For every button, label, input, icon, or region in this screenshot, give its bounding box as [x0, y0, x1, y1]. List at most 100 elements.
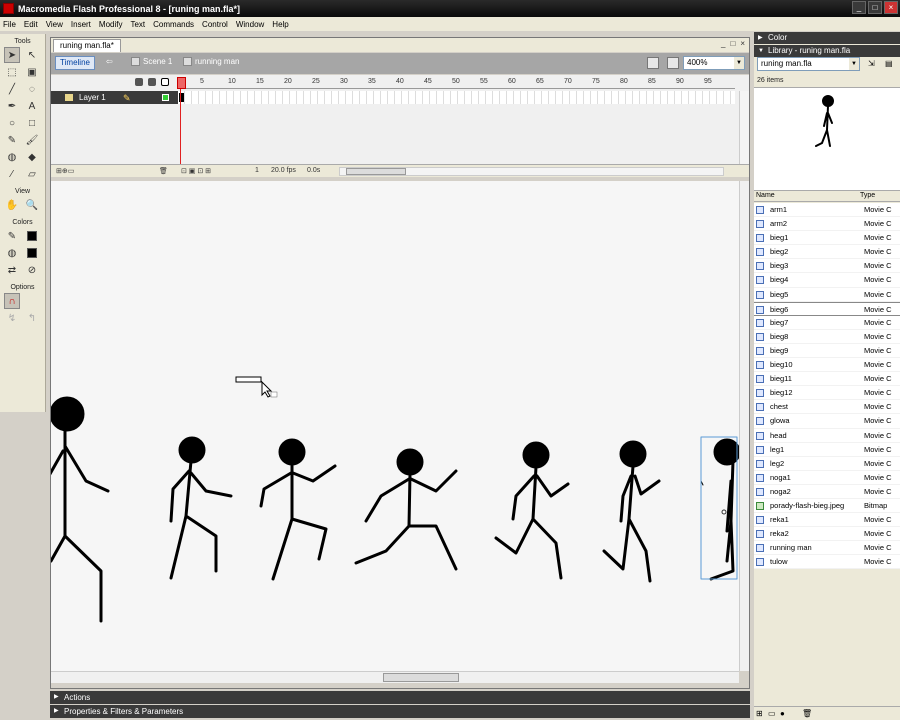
- menu-commands[interactable]: Commands: [153, 20, 194, 29]
- menu-file[interactable]: File: [3, 20, 16, 29]
- maximize-button[interactable]: □: [868, 1, 882, 14]
- playhead[interactable]: [177, 77, 186, 164]
- stage-scroll-thumb[interactable]: [383, 673, 459, 682]
- list-item[interactable]: bieg12 Movie C: [754, 386, 900, 401]
- delete-layer-icon[interactable]: 🗑: [159, 167, 168, 175]
- lasso-tool-icon[interactable]: ◌: [24, 81, 40, 97]
- fill-color-icon[interactable]: ◍: [4, 245, 20, 261]
- library-panel-header[interactable]: Library - runing man.fla: [754, 45, 900, 57]
- running-figure-5[interactable]: [494, 441, 570, 580]
- list-item[interactable]: bieg2 Movie C: [754, 245, 900, 260]
- fill-color-swatch[interactable]: [24, 245, 40, 261]
- actions-panel-header[interactable]: Actions: [50, 691, 750, 704]
- menu-view[interactable]: View: [46, 20, 63, 29]
- outline-icon[interactable]: [161, 78, 169, 86]
- new-library-icon[interactable]: ▤: [885, 59, 893, 68]
- menu-modify[interactable]: Modify: [99, 20, 123, 29]
- list-item[interactable]: glowa Movie C: [754, 414, 900, 429]
- rectangle-tool-icon[interactable]: □: [24, 115, 40, 131]
- list-item[interactable]: reka1 Movie C: [754, 513, 900, 528]
- menu-insert[interactable]: Insert: [71, 20, 91, 29]
- close-button[interactable]: ×: [884, 1, 898, 14]
- fill-transform-icon[interactable]: ▣: [24, 64, 40, 80]
- lock-icon[interactable]: [148, 78, 156, 86]
- document-tab[interactable]: runing man.fla*: [53, 39, 121, 52]
- list-item[interactable]: arm2 Movie C: [754, 217, 900, 232]
- stroke-color-swatch[interactable]: [24, 228, 40, 244]
- list-item[interactable]: reka2 Movie C: [754, 527, 900, 542]
- selection-tool-icon[interactable]: ➤: [4, 47, 20, 63]
- doc-maximize-button[interactable]: □: [730, 39, 735, 48]
- ink-bottle-icon[interactable]: ◍: [4, 149, 20, 165]
- menu-edit[interactable]: Edit: [24, 20, 38, 29]
- outline-color-icon[interactable]: [162, 94, 169, 101]
- list-item[interactable]: bieg4 Movie C: [754, 273, 900, 288]
- running-figure-1[interactable]: [51, 396, 110, 623]
- breadcrumb-scene[interactable]: Scene 1: [131, 57, 172, 66]
- brush-tool-icon[interactable]: 🖌: [24, 132, 40, 148]
- free-transform-icon[interactable]: ⬚: [4, 64, 20, 80]
- list-item[interactable]: noga1 Movie C: [754, 470, 900, 485]
- delete-icon[interactable]: 🗑: [802, 709, 812, 718]
- list-item[interactable]: noga2 Movie C: [754, 484, 900, 499]
- straighten-icon[interactable]: ↰: [24, 310, 40, 326]
- eraser-icon[interactable]: ▱: [24, 166, 40, 182]
- smooth-icon[interactable]: ↯: [4, 310, 20, 326]
- properties-panel-header[interactable]: Properties & Filters & Parameters: [50, 705, 750, 718]
- back-arrow-icon[interactable]: ⇦: [106, 57, 113, 66]
- timeline-toggle-button[interactable]: Timeline: [55, 56, 95, 70]
- list-item-selected[interactable]: bieg6 Movie C: [754, 301, 900, 316]
- no-color-icon[interactable]: ⊘: [24, 262, 40, 278]
- pencil-tool-icon[interactable]: ✎: [4, 132, 20, 148]
- pen-tool-icon[interactable]: ✒: [4, 98, 20, 114]
- running-figure-4[interactable]: [354, 448, 458, 571]
- menu-window[interactable]: Window: [236, 20, 264, 29]
- new-folder-icon[interactable]: ▭: [768, 709, 776, 718]
- list-item[interactable]: bieg8 Movie C: [754, 329, 900, 344]
- list-item[interactable]: bieg3 Movie C: [754, 259, 900, 274]
- menu-control[interactable]: Control: [202, 20, 228, 29]
- hand-tool-icon[interactable]: ✋: [4, 197, 20, 213]
- timeline-scroll-thumb[interactable]: [346, 168, 406, 175]
- zoom-tool-icon[interactable]: 🔍: [24, 197, 40, 213]
- onion-skin-icons[interactable]: ⊡ ▣ ⊡ ⊞: [181, 167, 211, 175]
- text-tool-icon[interactable]: A: [24, 98, 40, 114]
- timeline-vertical-scrollbar[interactable]: [739, 91, 749, 164]
- menu-text[interactable]: Text: [130, 20, 145, 29]
- column-type[interactable]: Type: [860, 192, 875, 199]
- doc-minimize-button[interactable]: _: [721, 39, 725, 48]
- doc-close-button[interactable]: ×: [740, 39, 745, 48]
- show-hide-eye-icon[interactable]: [135, 78, 143, 86]
- list-item[interactable]: porady-flash-bieg.jpeg Bitmap: [754, 498, 900, 514]
- list-item[interactable]: chest Movie C: [754, 400, 900, 415]
- list-item[interactable]: leg1 Movie C: [754, 442, 900, 457]
- library-select[interactable]: runing man.fla ▼: [757, 57, 860, 71]
- line-tool-icon[interactable]: ╱: [4, 81, 20, 97]
- column-name[interactable]: Name: [756, 192, 775, 199]
- pin-library-icon[interactable]: ⇲: [868, 59, 875, 68]
- list-item[interactable]: bieg1 Movie C: [754, 231, 900, 246]
- eyedropper-icon[interactable]: ⁄: [4, 166, 20, 182]
- edit-symbols-icon[interactable]: [667, 57, 679, 69]
- running-figure-2[interactable]: [169, 436, 233, 580]
- swap-colors-icon[interactable]: ⇄: [4, 262, 20, 278]
- frame-row[interactable]: [178, 91, 735, 104]
- breadcrumb-symbol[interactable]: running man: [183, 57, 239, 66]
- running-figure-7[interactable]: [700, 438, 739, 581]
- list-item[interactable]: arm1 Movie C: [754, 203, 900, 218]
- stroke-color-icon[interactable]: ✎: [4, 228, 20, 244]
- snap-magnet-icon[interactable]: ∩: [4, 293, 20, 309]
- subselection-tool-icon[interactable]: ↖: [24, 47, 40, 63]
- oval-tool-icon[interactable]: ○: [4, 115, 20, 131]
- menu-help[interactable]: Help: [272, 20, 288, 29]
- list-item[interactable]: leg2 Movie C: [754, 456, 900, 471]
- list-item[interactable]: bieg7 Movie C: [754, 315, 900, 330]
- stage-vertical-scrollbar[interactable]: [739, 181, 749, 671]
- running-figure-6[interactable]: [602, 440, 661, 583]
- list-item[interactable]: bieg11 Movie C: [754, 372, 900, 387]
- frame-ruler[interactable]: 1 5 10 15 20 25 30 35 40 45 50 55 60 65 …: [178, 77, 735, 89]
- add-layer-icon[interactable]: ⊞⊕▭: [56, 167, 74, 175]
- list-item[interactable]: running man Movie C: [754, 541, 900, 556]
- list-item[interactable]: bieg5 Movie C: [754, 287, 900, 302]
- stage-horizontal-scrollbar[interactable]: [51, 671, 739, 683]
